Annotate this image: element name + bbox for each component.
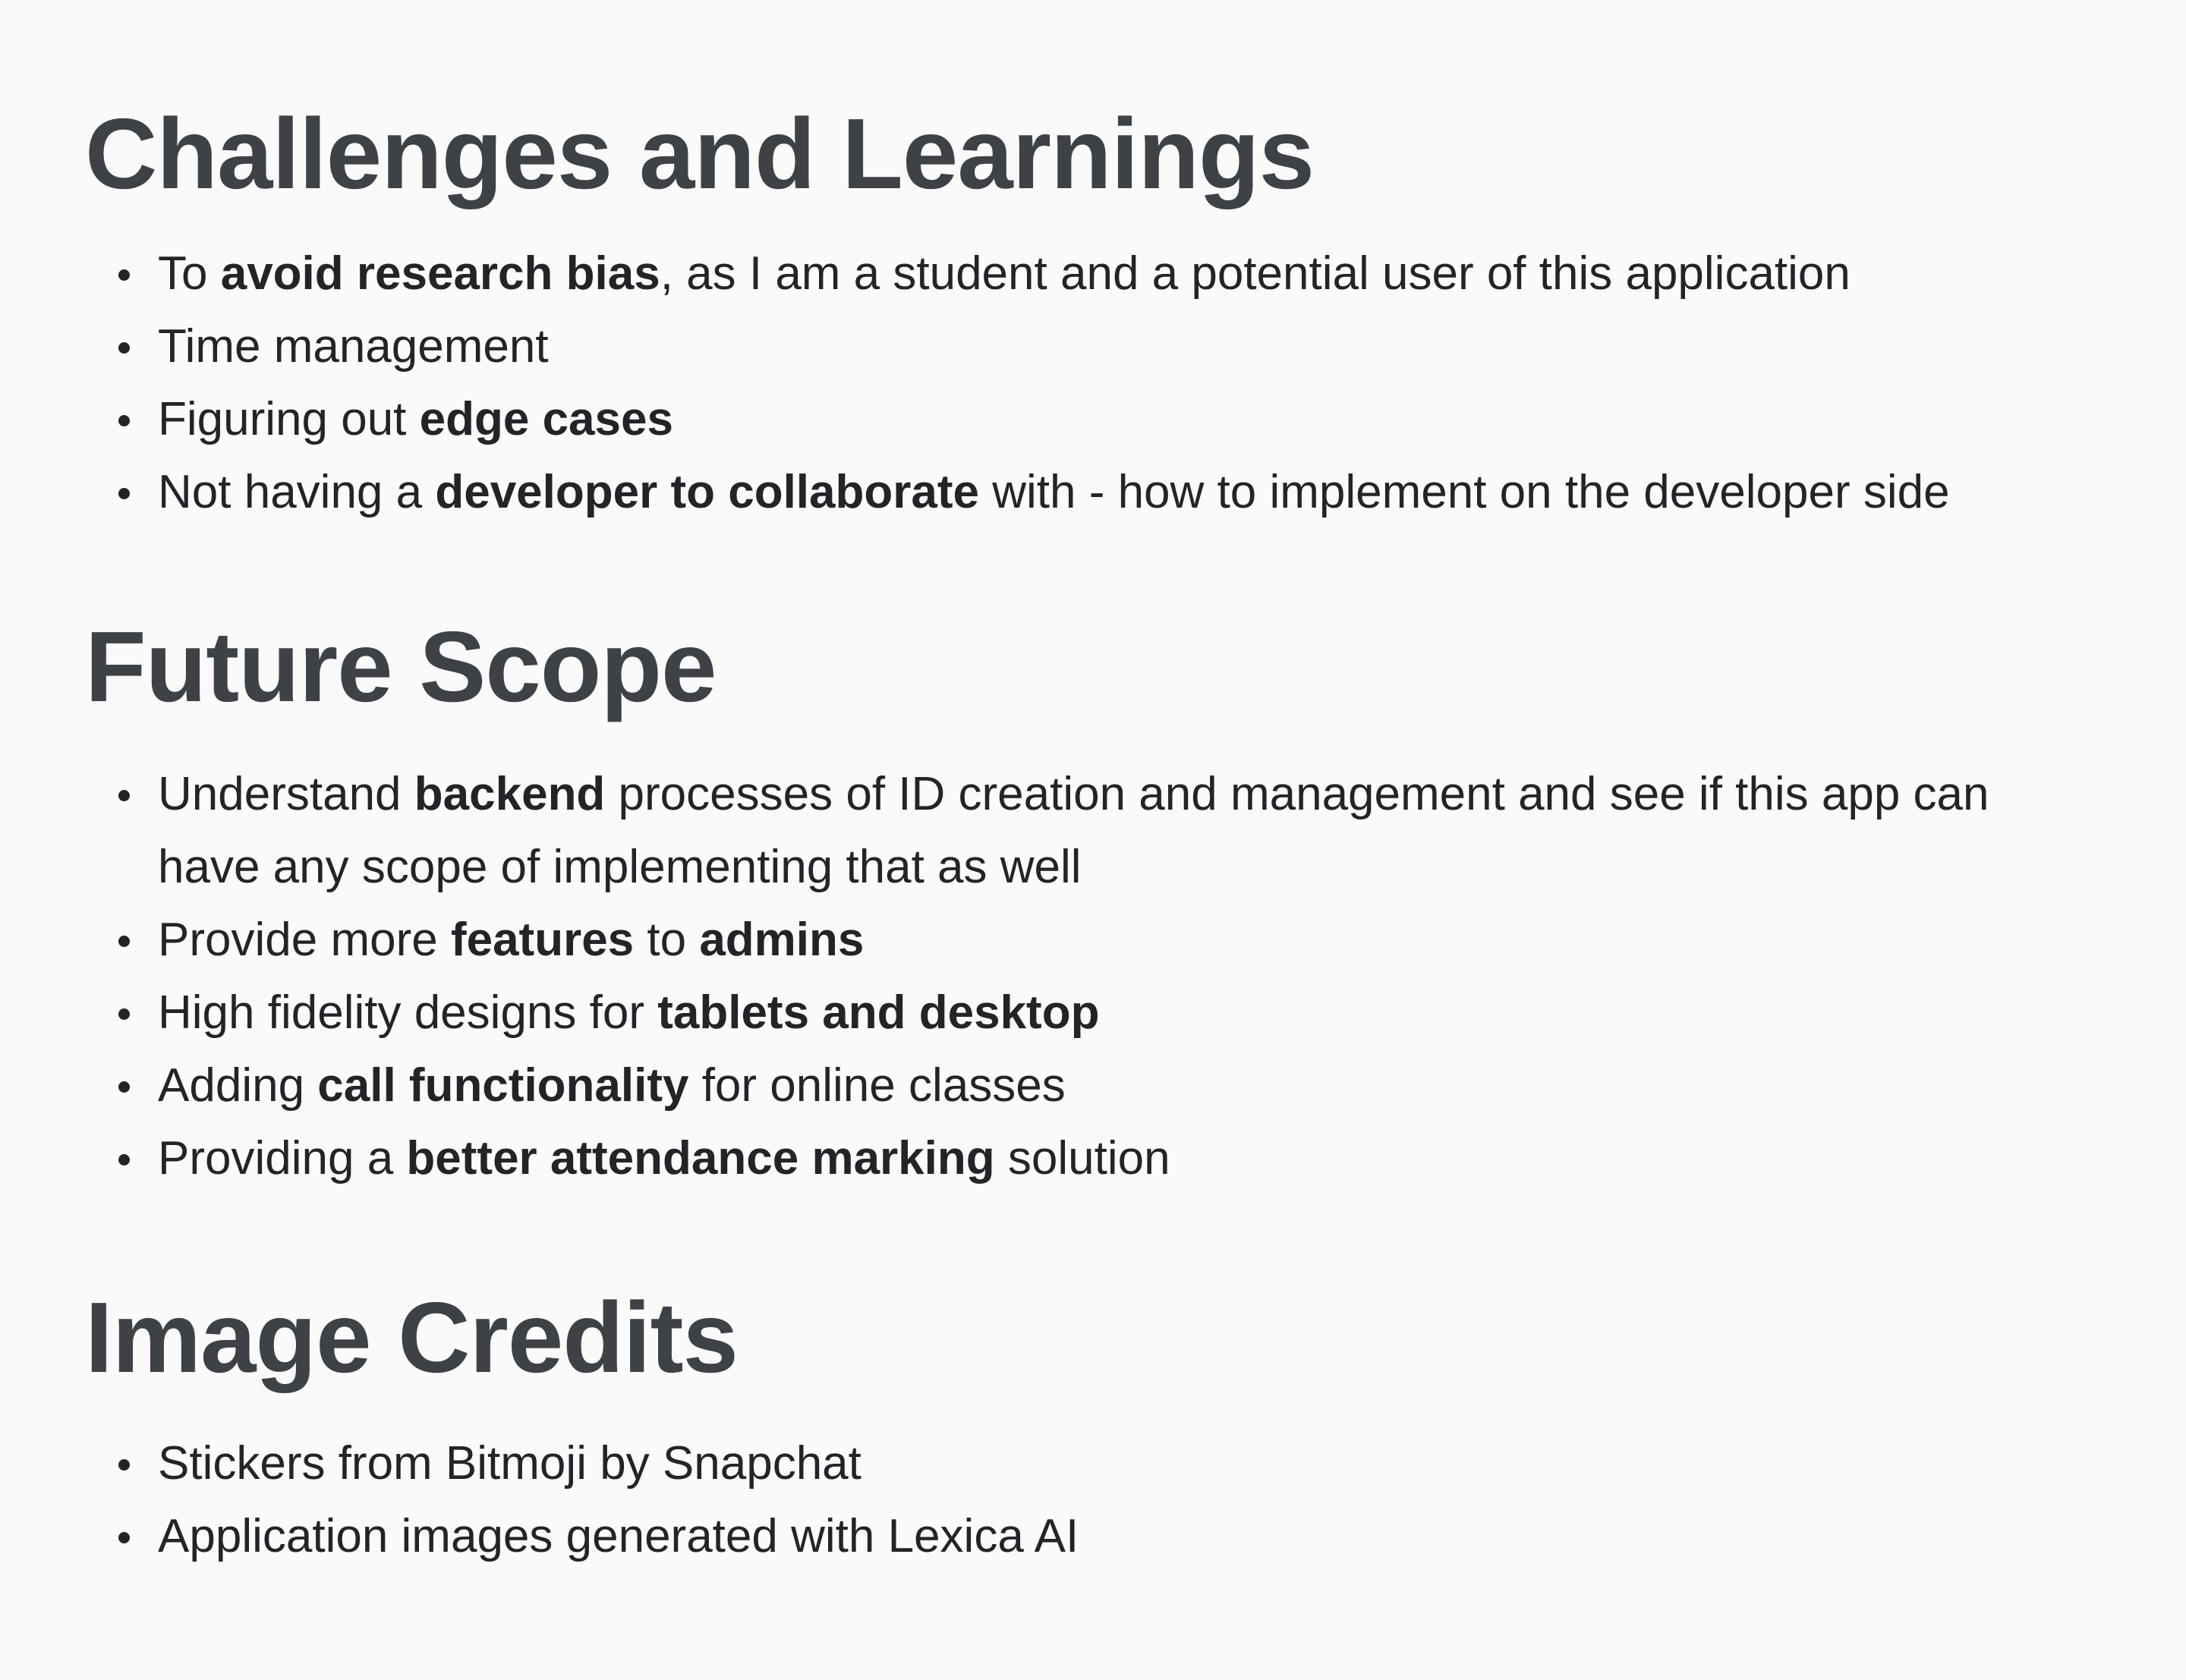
section-image-credits: Image Credits Stickers from Bitmoji by S… bbox=[85, 1279, 2103, 1573]
list-item: Providing a better attendance marking so… bbox=[85, 1122, 2103, 1195]
document-page: Challenges and Learnings To avoid resear… bbox=[0, 0, 2186, 1680]
item-text: Application images generated with Lexica… bbox=[158, 1510, 1079, 1562]
list-item: Application images generated with Lexica… bbox=[85, 1500, 2103, 1573]
list-item: Understand backend processes of ID creat… bbox=[85, 758, 2103, 904]
item-text: Providing a bbox=[158, 1132, 407, 1184]
item-emphasis: call functionality bbox=[317, 1059, 689, 1112]
item-emphasis: tablets and desktop bbox=[657, 986, 1100, 1039]
list-item: Stickers from Bitmoji by Snapchat bbox=[85, 1427, 2103, 1500]
image-credits-list: Stickers from Bitmoji by Snapchat Applic… bbox=[85, 1427, 2103, 1573]
item-emphasis: features bbox=[450, 914, 635, 966]
item-text: solution bbox=[994, 1132, 1170, 1184]
section-future-scope: Future Scope Understand backend processe… bbox=[85, 608, 2103, 1195]
item-text: with - how to implement on the developer… bbox=[978, 466, 1950, 518]
challenges-list: To avoid research bias, as I am a studen… bbox=[85, 238, 2103, 529]
list-item: Adding call functionality for online cla… bbox=[85, 1049, 2103, 1122]
item-emphasis: better attendance marking bbox=[406, 1132, 995, 1184]
list-item: Provide more features to admins bbox=[85, 904, 2103, 977]
item-text: Adding bbox=[158, 1059, 318, 1112]
item-emphasis: backend bbox=[414, 768, 606, 820]
section-heading-challenges: Challenges and Learnings bbox=[85, 98, 1315, 209]
section-heading-image-credits: Image Credits bbox=[85, 1282, 739, 1393]
item-text: Time management bbox=[158, 320, 549, 373]
item-emphasis: avoid research bias bbox=[220, 247, 660, 300]
item-emphasis: admins bbox=[699, 914, 865, 966]
item-emphasis: edge cases bbox=[419, 393, 673, 445]
item-text: , as I am a student and a potential user… bbox=[660, 247, 1851, 300]
list-item: Not having a developer to collaborate wi… bbox=[85, 456, 2103, 529]
item-text: to bbox=[634, 914, 700, 966]
list-item: Time management bbox=[85, 310, 2103, 383]
item-text: Understand bbox=[158, 768, 414, 820]
item-text: Not having a bbox=[158, 466, 436, 518]
item-text: Provide more bbox=[158, 914, 451, 966]
list-item: To avoid research bias, as I am a studen… bbox=[85, 238, 2103, 310]
future-scope-list: Understand backend processes of ID creat… bbox=[85, 758, 2103, 1195]
item-text: Stickers from Bitmoji by Snapchat bbox=[158, 1437, 861, 1490]
list-item: Figuring out edge cases bbox=[85, 383, 2103, 456]
section-challenges: Challenges and Learnings To avoid resear… bbox=[85, 95, 2103, 529]
item-text: To bbox=[158, 247, 221, 300]
section-heading-future-scope: Future Scope bbox=[85, 611, 717, 722]
item-text: for online classes bbox=[688, 1059, 1066, 1112]
item-emphasis: developer to collaborate bbox=[435, 466, 979, 518]
item-text: High fidelity designs for bbox=[158, 986, 658, 1039]
list-item: High fidelity designs for tablets and de… bbox=[85, 977, 2103, 1049]
item-text: Figuring out bbox=[158, 393, 420, 445]
